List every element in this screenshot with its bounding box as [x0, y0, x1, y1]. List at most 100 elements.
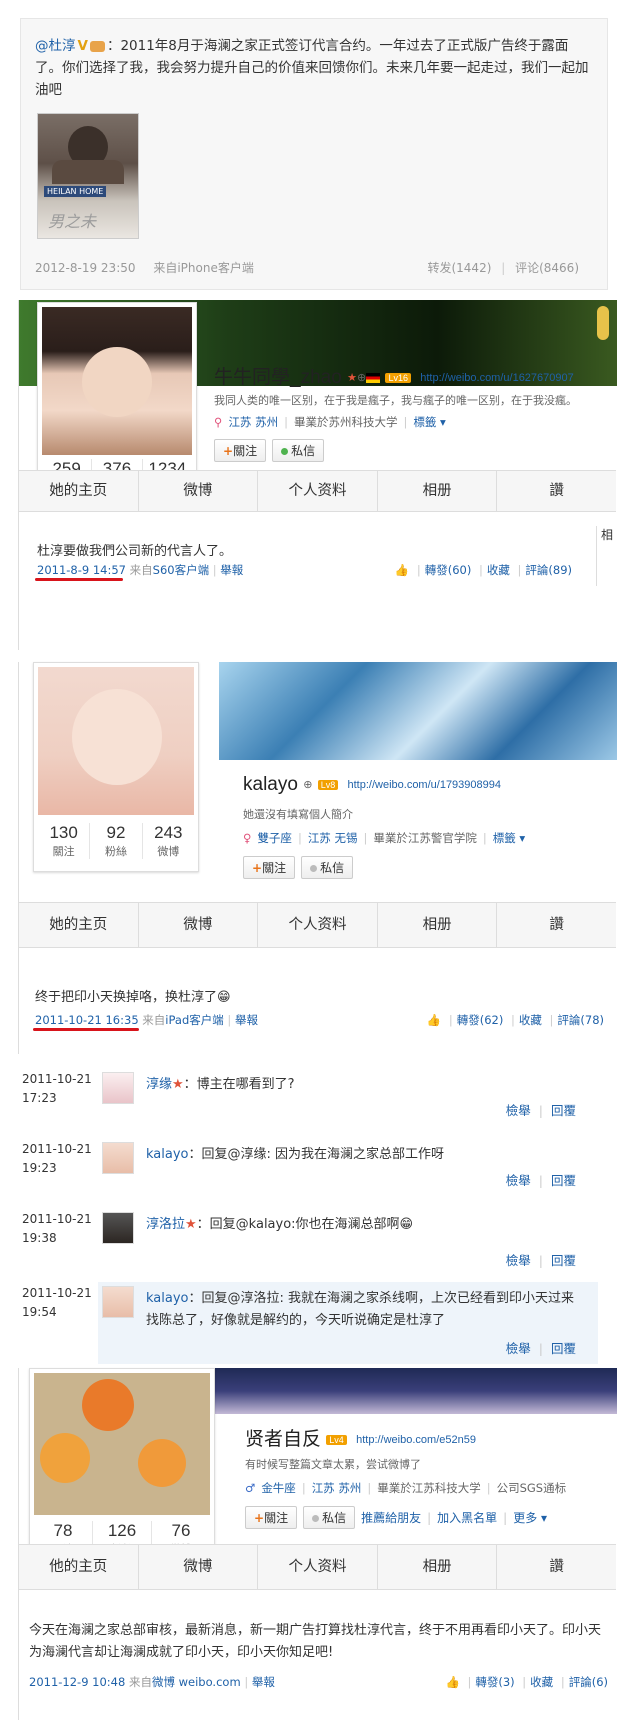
tab-weibo[interactable]: 微博 — [139, 903, 259, 947]
report-link[interactable]: 舉報 — [235, 1013, 258, 1027]
comment-author[interactable]: kalayo — [146, 1291, 189, 1306]
post-author-link[interactable]: @杜淳 — [35, 38, 76, 54]
location-link[interactable]: 江苏 苏州 — [228, 415, 278, 429]
stat-fans[interactable]: 92 粉絲 — [90, 823, 143, 859]
feed-time[interactable]: 2011-12-9 10:48 — [29, 1675, 125, 1689]
profile-info: ♀ 雙子座 | 江苏 无锡 | 畢業於江苏警官学院 | 標籤 ▾ — [243, 831, 526, 845]
feed-time[interactable]: 2011-10-21 16:35 — [35, 1013, 139, 1027]
report-link[interactable]: 檢舉 — [506, 1253, 531, 1268]
comment-avatar[interactable] — [102, 1286, 134, 1318]
tags-dropdown[interactable]: 標籤 ▾ — [413, 415, 445, 429]
post-text: @杜淳 V ：2011年8月于海澜之家正式签订代言合约。一年过去了正式版广告终于露面… — [35, 35, 595, 101]
profile-url[interactable]: http://weibo.com/e52n59 — [356, 1434, 476, 1446]
stat-weibo[interactable]: 243 微博 — [143, 823, 194, 859]
tab-profile[interactable]: 个人资料 — [258, 471, 378, 511]
feed-text: 终于把印小天换掉咯，换杜淳了😁 — [35, 986, 231, 1005]
message-button[interactable]: 私信 — [301, 856, 354, 879]
comment-link[interactable]: 評論(89) — [525, 563, 572, 577]
message-button[interactable]: 私信 — [303, 1506, 356, 1529]
tab-like[interactable]: 讚 — [497, 903, 616, 947]
location-link[interactable]: 江苏 苏州 — [312, 1481, 362, 1495]
comment-avatar[interactable] — [102, 1212, 134, 1244]
report-link[interactable]: 檢舉 — [506, 1173, 531, 1188]
like-icon[interactable]: 👍 — [427, 1013, 441, 1027]
company-text[interactable]: 公司SGS通标 — [497, 1481, 567, 1495]
collect-link[interactable]: 收藏 — [519, 1013, 542, 1027]
tab-album[interactable]: 相册 — [378, 903, 498, 947]
report-link[interactable]: 舉報 — [252, 1675, 275, 1689]
collect-link[interactable]: 收藏 — [530, 1675, 553, 1689]
comment-avatar[interactable] — [102, 1142, 134, 1174]
tab-profile[interactable]: 个人资料 — [258, 1545, 378, 1589]
follow-button[interactable]: +關注 — [243, 856, 296, 879]
avatar-face — [82, 347, 152, 417]
gender-female-icon: ♀ — [243, 831, 252, 845]
avatar-photo[interactable] — [42, 307, 192, 455]
profile-url[interactable]: http://weibo.com/u/1793908994 — [348, 779, 502, 791]
tab-weibo[interactable]: 微博 — [139, 1545, 259, 1589]
comment-link[interactable]: 评论(8466) — [515, 261, 579, 275]
reply-link[interactable]: 回覆 — [551, 1103, 576, 1118]
comment-author[interactable]: 淳洛拉 — [146, 1217, 185, 1232]
tab-like[interactable]: 讚 — [497, 471, 616, 511]
avatar-photo[interactable] — [38, 667, 194, 815]
comment-link[interactable]: 評論(78) — [557, 1013, 604, 1027]
repost-link[interactable]: 轉發(60) — [425, 563, 472, 577]
avatar-card: 130 關注 92 粉絲 243 微博 — [33, 662, 199, 872]
follow-button[interactable]: +關注 — [214, 439, 267, 462]
school-text[interactable]: 畢業於江苏科技大学 — [377, 1481, 481, 1495]
stat-following[interactable]: 130 關注 — [38, 823, 91, 859]
post-source[interactable]: 来自iPhone客户端 — [153, 261, 254, 275]
post-photo[interactable]: HEILAN HOME 男之未 — [37, 113, 139, 239]
reply-link[interactable]: 回覆 — [551, 1173, 576, 1188]
grin-emoji-icon: 😁 — [217, 990, 231, 1005]
reply-link[interactable]: 回覆 — [551, 1253, 576, 1268]
profile-stats: 130 關注 92 粉絲 243 微博 — [38, 823, 194, 859]
comment-author[interactable]: kalayo — [146, 1147, 189, 1162]
profile-bio: 她還沒有填寫個人簡介 — [243, 808, 353, 821]
avatar-photo[interactable] — [34, 1373, 210, 1515]
like-icon[interactable]: 👍 — [395, 563, 409, 577]
feed-time[interactable]: 2011-8-9 14:57 — [37, 563, 126, 577]
school-text[interactable]: 畢業於江苏警官学院 — [373, 831, 477, 845]
level-badge: Lv16 — [385, 372, 411, 383]
like-icon[interactable]: 👍 — [445, 1675, 459, 1689]
message-button[interactable]: 私信 — [272, 439, 325, 462]
comment-link[interactable]: 評論(6) — [569, 1675, 608, 1689]
tab-weibo[interactable]: 微博 — [139, 471, 259, 511]
reply-link[interactable]: 回覆 — [551, 1341, 576, 1356]
blacklist-link[interactable]: 加入黑名單 — [437, 1509, 497, 1526]
follow-button[interactable]: +關注 — [245, 1506, 298, 1529]
report-link[interactable]: 檢舉 — [506, 1341, 531, 1356]
more-dropdown[interactable]: 更多 ▾ — [513, 1509, 547, 1526]
school-text[interactable]: 畢業於苏州科技大学 — [294, 415, 398, 429]
report-link[interactable]: 舉報 — [220, 563, 243, 577]
zodiac-link[interactable]: 雙子座 — [257, 831, 292, 845]
comment-time: 2011-10-21 19:23 — [22, 1142, 92, 1175]
tab-album[interactable]: 相册 — [378, 1545, 498, 1589]
feed-source[interactable]: 微博 weibo.com — [152, 1675, 241, 1689]
repost-link[interactable]: 轉發(3) — [475, 1675, 514, 1689]
meta-divider: | — [244, 1675, 249, 1689]
report-link[interactable]: 檢舉 — [506, 1103, 531, 1118]
comment-author[interactable]: 淳缘 — [146, 1077, 172, 1092]
collect-link[interactable]: 收藏 — [487, 563, 510, 577]
tags-dropdown[interactable]: 標籤 ▾ — [493, 831, 525, 845]
tab-home[interactable]: 她的主页 — [19, 903, 139, 947]
profile-url[interactable]: http://weibo.com/u/1627670907 — [420, 372, 574, 384]
repost-link[interactable]: 轉發(62) — [457, 1013, 504, 1027]
zodiac-link[interactable]: 金牛座 — [261, 1481, 296, 1495]
tab-home[interactable]: 他的主页 — [19, 1545, 139, 1589]
post-time[interactable]: 2012-8-19 23:50 — [35, 261, 136, 275]
tab-profile[interactable]: 个人资料 — [258, 903, 378, 947]
feed-source[interactable]: iPad客户端 — [165, 1013, 223, 1027]
tab-album[interactable]: 相册 — [378, 471, 498, 511]
comment-avatar[interactable] — [102, 1072, 134, 1104]
recommend-link[interactable]: 推薦給朋友 — [361, 1509, 421, 1526]
feed-meta: 2011-10-21 16:35 来自iPad客户端 | 舉報 — [35, 1012, 258, 1028]
tab-home[interactable]: 她的主页 — [19, 471, 139, 511]
feed-source[interactable]: S60客户端 — [153, 563, 209, 577]
location-link[interactable]: 江苏 无锡 — [308, 831, 358, 845]
repost-link[interactable]: 转发(1442) — [427, 261, 491, 275]
tab-like[interactable]: 讚 — [497, 1545, 616, 1589]
